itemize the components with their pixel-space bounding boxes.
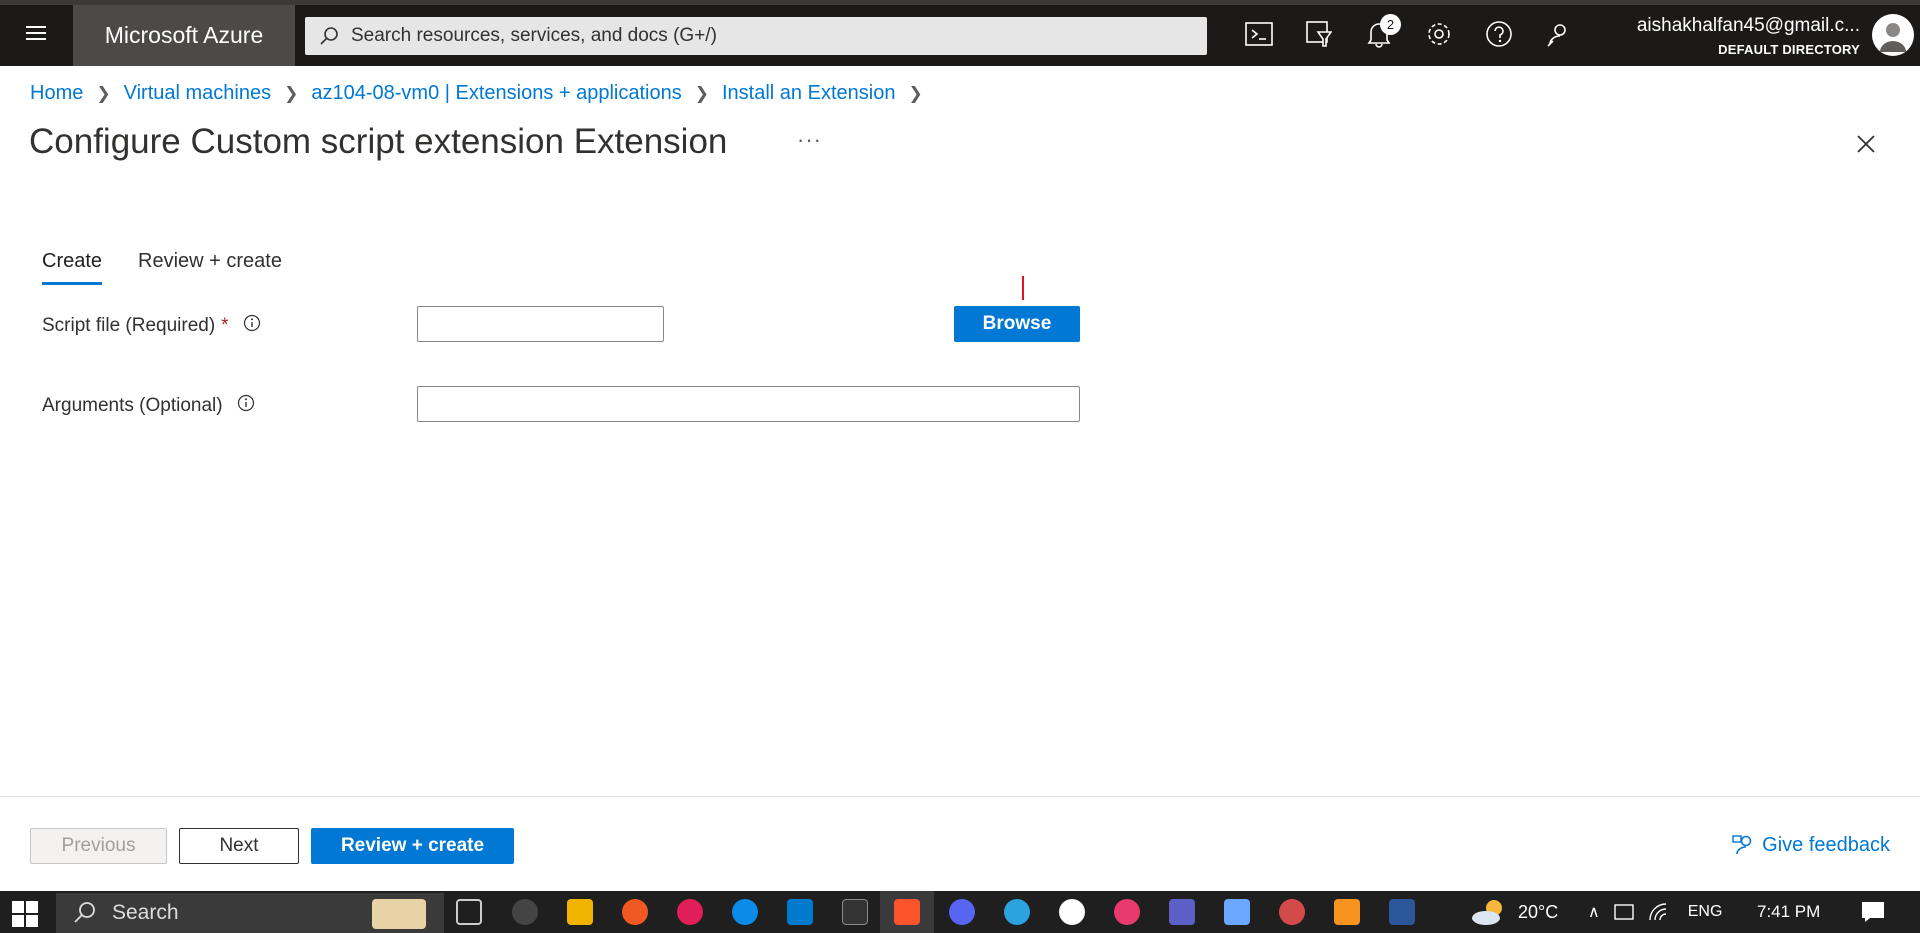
mongodb-icon[interactable] xyxy=(1059,899,1085,925)
discord-icon[interactable] xyxy=(949,899,975,925)
breadcrumb: Home ❯ Virtual machines ❯ az104-08-vm0 |… xyxy=(30,82,936,105)
tab-review-create[interactable]: Review + create xyxy=(138,250,282,285)
global-search[interactable] xyxy=(305,17,1207,55)
notifications-bell-icon[interactable]: 2 xyxy=(1361,14,1401,52)
account-directory: DEFAULT DIRECTORY xyxy=(1718,42,1860,57)
info-icon[interactable] xyxy=(237,394,255,418)
breadcrumb-virtual-machines[interactable]: Virtual machines xyxy=(124,82,271,105)
feedback-person-icon xyxy=(1732,835,1752,855)
directory-filter-icon[interactable] xyxy=(1301,16,1337,52)
review-create-button[interactable]: Review + create xyxy=(311,828,514,864)
brave-icon[interactable] xyxy=(894,899,920,925)
required-asterisk: * xyxy=(221,315,229,336)
chevron-right-icon: ❯ xyxy=(908,83,923,103)
pointer-marker xyxy=(1022,276,1024,300)
more-options-icon[interactable]: ··· xyxy=(797,127,822,153)
info-icon[interactable] xyxy=(243,314,261,338)
close-icon[interactable] xyxy=(1852,130,1880,158)
give-feedback-link[interactable]: Give feedback xyxy=(1732,833,1890,857)
help-icon[interactable] xyxy=(1481,16,1517,52)
settings-gear-icon[interactable] xyxy=(1421,16,1457,52)
slack-icon[interactable] xyxy=(677,899,703,925)
taskbar-search-label: Search xyxy=(112,901,179,924)
script-file-input[interactable] xyxy=(417,306,664,342)
windows-start-icon[interactable] xyxy=(12,901,38,927)
next-button[interactable]: Next xyxy=(179,828,299,864)
previous-button[interactable]: Previous xyxy=(30,828,167,864)
word-icon[interactable] xyxy=(1389,899,1415,925)
media-player-icon[interactable] xyxy=(1114,899,1140,925)
edge-icon[interactable] xyxy=(732,899,758,925)
notification-badge: 2 xyxy=(1380,14,1401,35)
wizard-tabs: Create Review + create xyxy=(42,250,282,285)
weather-temp: 20°C xyxy=(1518,901,1559,922)
clock[interactable]: 7:41 PM xyxy=(1757,891,1820,933)
arguments-label: Arguments (Optional) xyxy=(42,395,223,416)
chevron-right-icon: ❯ xyxy=(284,83,299,103)
breadcrumb-home[interactable]: Home xyxy=(30,82,83,105)
taskbar-search[interactable]: Search xyxy=(56,893,444,933)
chevron-right-icon: ❯ xyxy=(694,83,709,103)
search-input[interactable] xyxy=(351,25,1171,47)
virtualbox-icon[interactable] xyxy=(1224,899,1250,925)
telegram-icon[interactable] xyxy=(1004,899,1030,925)
battery-icon[interactable] xyxy=(1614,902,1636,922)
search-icon xyxy=(74,902,95,923)
search-icon xyxy=(320,27,338,45)
obs-icon[interactable] xyxy=(512,899,538,925)
app-icon[interactable] xyxy=(1279,899,1305,925)
notification-center-icon[interactable] xyxy=(1860,891,1886,933)
teams-icon[interactable] xyxy=(1169,899,1195,925)
terminal-icon[interactable] xyxy=(842,899,868,925)
cloud-shell-icon[interactable] xyxy=(1241,16,1277,52)
weather-cloud-icon xyxy=(1472,900,1502,925)
page-title: Configure Custom script extension Extens… xyxy=(29,122,728,161)
account-email: aishakhalfan45@gmail.c... xyxy=(1636,15,1860,36)
give-feedback-label: Give feedback xyxy=(1762,833,1890,856)
breadcrumb-install-extension[interactable]: Install an Extension xyxy=(722,82,895,105)
tab-create[interactable]: Create xyxy=(42,250,103,285)
weather-widget[interactable]: 20°C xyxy=(1470,891,1558,933)
azure-top-bar: Microsoft Azure 2 aishakhalfan45@gmail.c… xyxy=(0,0,1920,66)
account-info[interactable]: aishakhalfan45@gmail.c... DEFAULT DIRECT… xyxy=(1637,15,1860,57)
brand-title[interactable]: Microsoft Azure xyxy=(73,5,295,66)
browse-button[interactable]: Browse xyxy=(954,306,1080,342)
language-indicator[interactable]: ENG xyxy=(1688,903,1723,921)
tray-icons[interactable]: ∧ ENG xyxy=(1588,891,1722,933)
task-view-icon[interactable] xyxy=(456,899,482,925)
footer-divider xyxy=(0,796,1920,797)
portal-menu-icon[interactable] xyxy=(18,22,54,46)
app-icon[interactable] xyxy=(1334,899,1360,925)
search-highlight-icon xyxy=(372,899,426,929)
script-file-label-row: Script file (Required) * xyxy=(42,314,261,338)
breadcrumb-vm-extensions[interactable]: az104-08-vm0 | Extensions + applications xyxy=(311,82,681,105)
windows-taskbar: Search 20°C ∧ ENG 7:41 PM xyxy=(0,891,1920,933)
script-file-label: Script file (Required) xyxy=(42,315,216,336)
arguments-label-row: Arguments (Optional) xyxy=(42,394,255,418)
chevron-up-icon[interactable]: ∧ xyxy=(1588,902,1600,922)
file-explorer-icon[interactable] xyxy=(567,899,593,925)
postman-icon[interactable] xyxy=(622,899,648,925)
feedback-icon[interactable] xyxy=(1541,16,1577,52)
chevron-right-icon: ❯ xyxy=(96,83,111,103)
wifi-icon[interactable] xyxy=(1648,902,1670,922)
arguments-input[interactable] xyxy=(417,386,1080,422)
vscode-icon[interactable] xyxy=(787,899,813,925)
avatar[interactable] xyxy=(1872,14,1914,56)
